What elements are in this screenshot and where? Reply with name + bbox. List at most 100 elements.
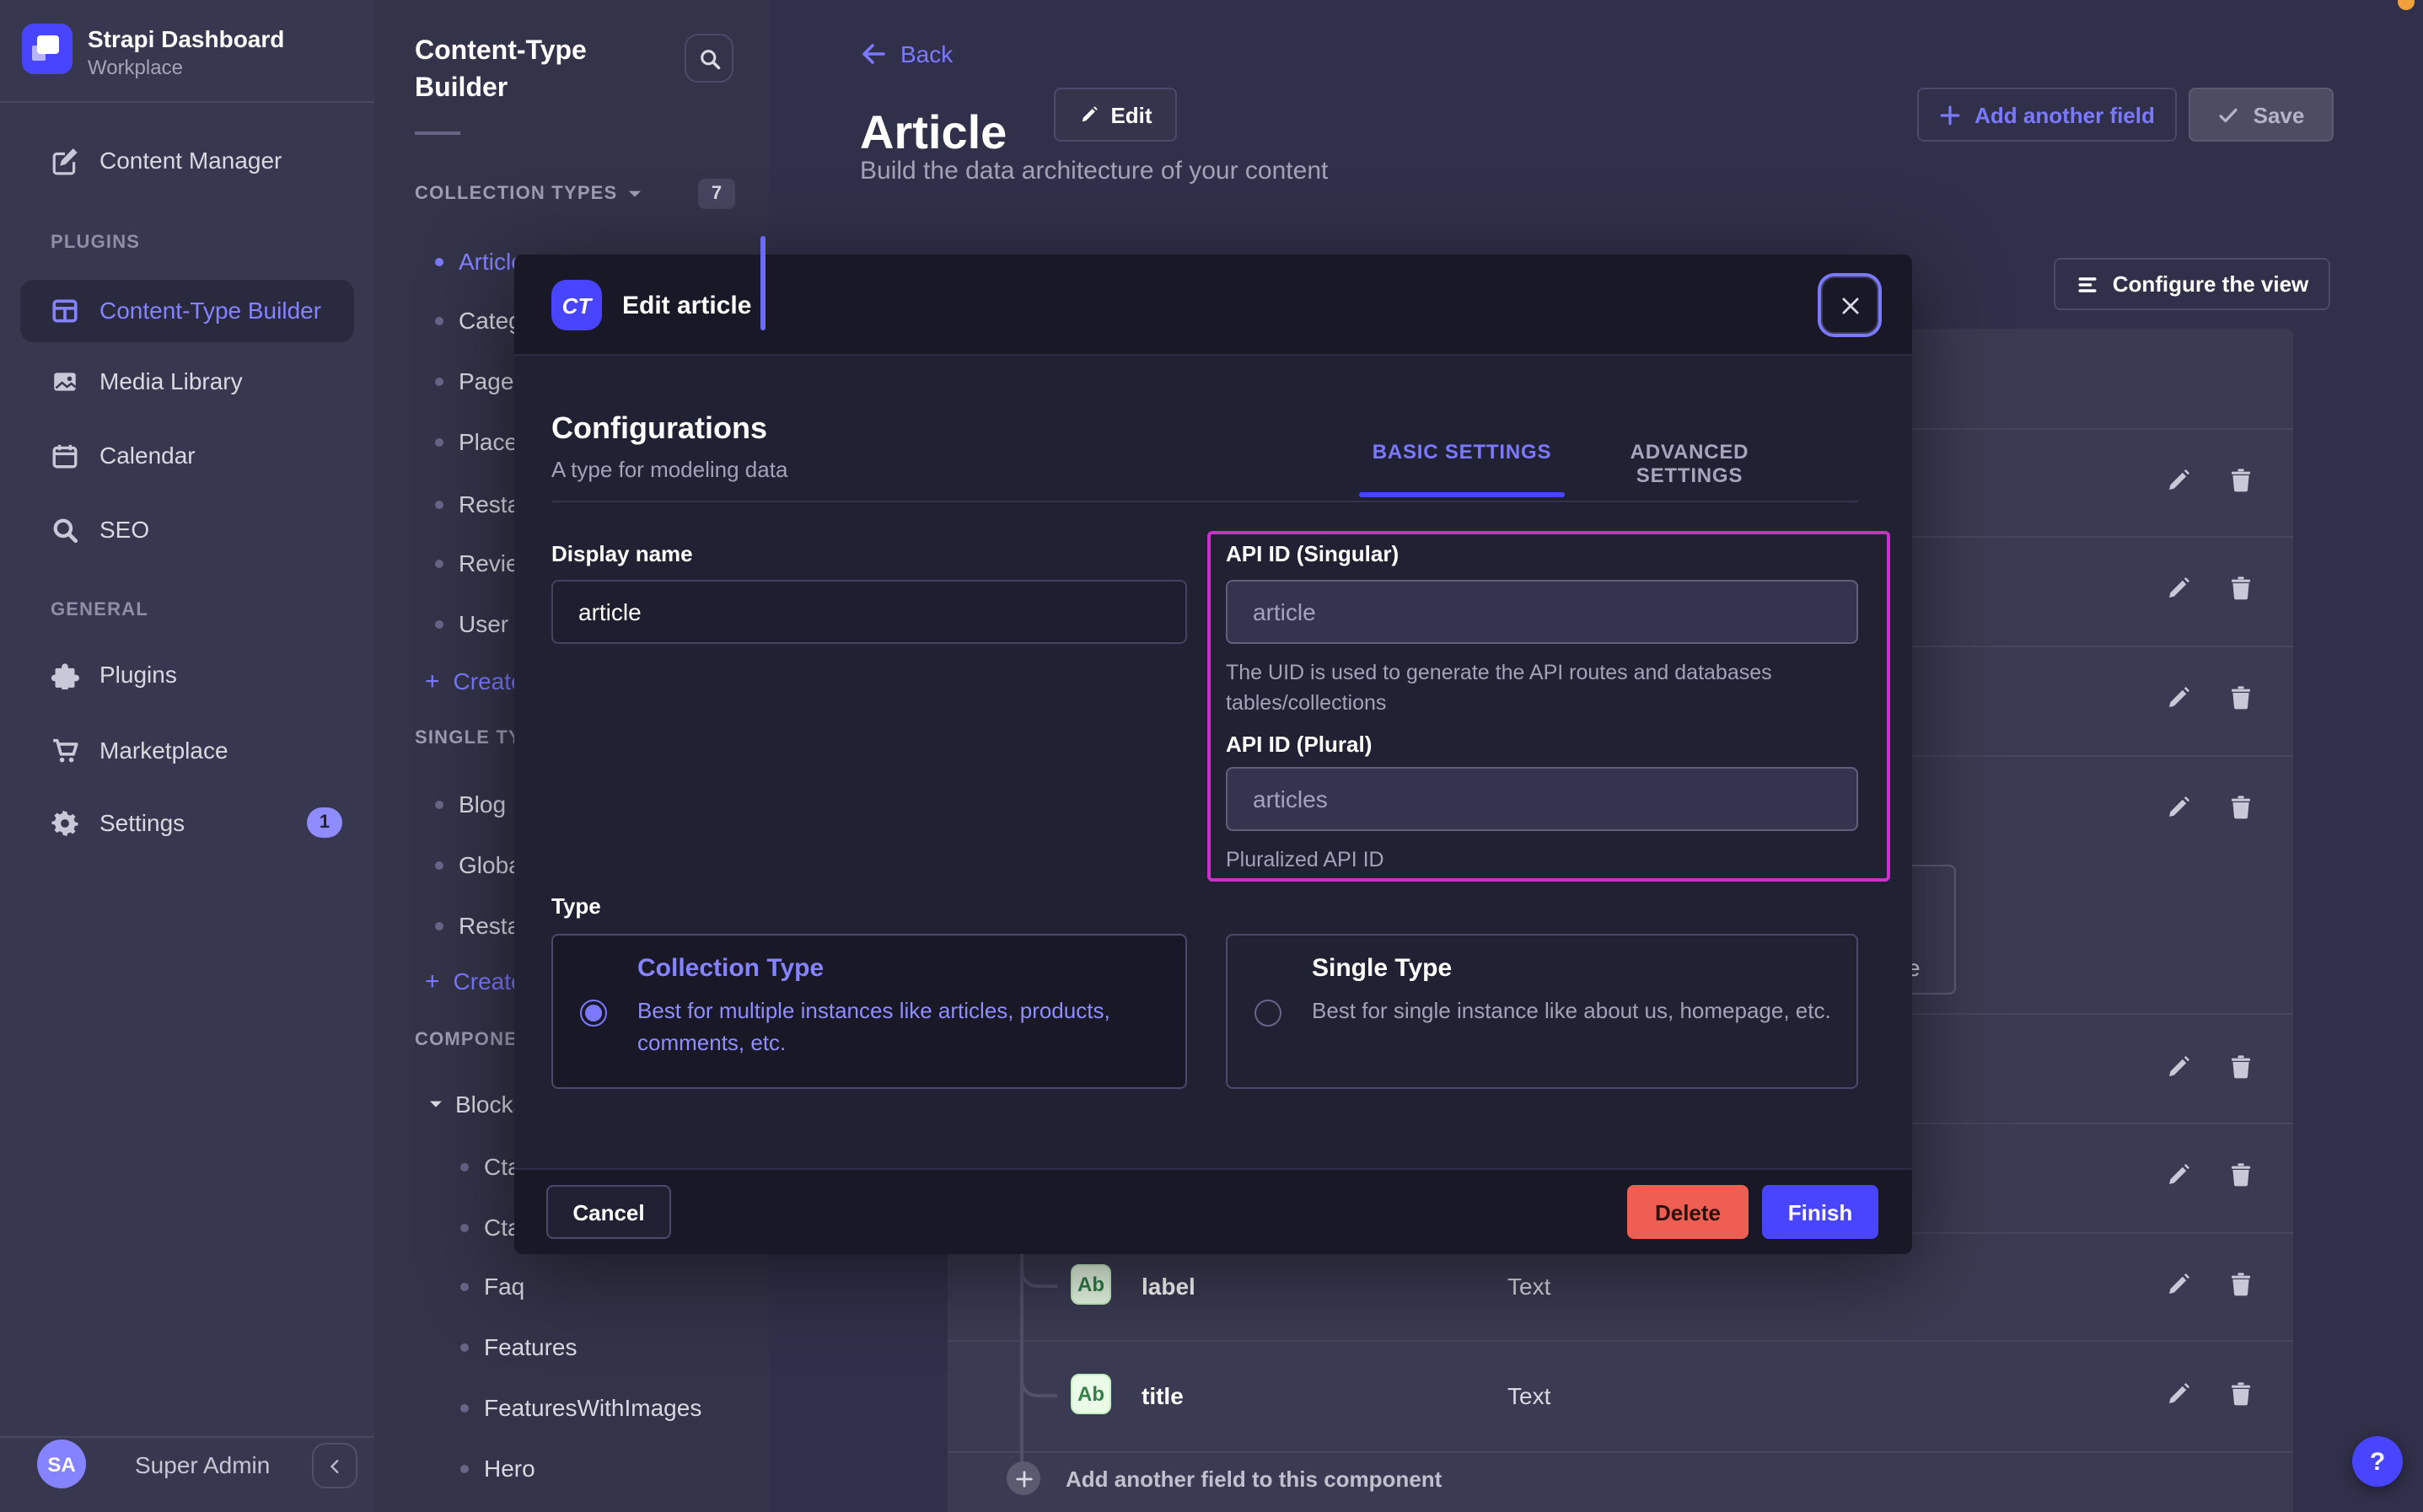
option-description: Best for multiple instances like article… [637,995,1160,1059]
pencil-icon[interactable] [2165,467,2192,494]
bullet-icon [460,1282,469,1290]
option-collection-type[interactable]: Collection Type Best for multiple instan… [551,934,1187,1089]
pencil-icon[interactable] [2165,1161,2192,1188]
collection-types-header[interactable]: COLLECTION TYPES [415,182,642,206]
check-icon [2218,104,2240,126]
user-name: Super Admin [135,1451,270,1478]
display-name-input[interactable] [551,580,1187,644]
api-id-plural-hint: Pluralized API ID [1226,844,1384,875]
feather-icon [51,146,79,174]
add-field-to-component-label[interactable]: Add another field to this component [1066,1466,1442,1492]
chevron-left-icon [325,1456,345,1476]
subnav-item-hero[interactable]: Hero [460,1451,535,1485]
subnav-item-article[interactable]: Article [435,244,524,278]
chevron-down-icon [627,188,642,200]
sidebar-item-marketplace[interactable]: Marketplace [51,733,228,767]
trash-icon[interactable] [2227,1381,2254,1407]
save-button[interactable]: Save [2189,88,2334,142]
trash-icon[interactable] [2227,1161,2254,1188]
subnav-scrollbar-thumb[interactable] [760,236,766,330]
pencil-icon[interactable] [2165,1271,2192,1298]
avatar[interactable]: SA [37,1440,86,1488]
pencil-icon[interactable] [2165,794,2192,821]
sidebar-item-content-type-builder[interactable]: Content-Type Builder [51,293,321,327]
sidebar-item-plugins[interactable]: Plugins [51,657,177,691]
trash-icon[interactable] [2227,575,2254,602]
api-id-plural-label: API ID (Plural) [1226,732,1372,757]
sidebar-item-content-manager[interactable]: Content Manager [51,143,282,177]
edit-button[interactable]: Edit [1054,88,1177,142]
subnav-item-user[interactable]: User [435,607,508,641]
field-type-badge: Ab [1071,1264,1111,1305]
pencil-icon[interactable] [2165,1054,2192,1080]
divider [948,1451,2293,1453]
app-window: Strapi Dashboard Workplace Content Manag… [0,0,2423,1512]
pencil-icon [1078,105,1099,125]
plus-icon: + [425,968,440,994]
bullet-icon [435,257,443,265]
edit-article-modal: CT Edit article Configurations A type fo… [514,255,1912,1254]
subnav-item-faq[interactable]: Faq [460,1269,524,1303]
delete-button[interactable]: Delete [1627,1185,1749,1239]
subnav-item-featureswithimages[interactable]: FeaturesWithImages [460,1391,701,1424]
bullet-icon [435,377,443,385]
tab-basic-settings[interactable]: BASIC SETTINGS [1359,440,1565,464]
pencil-icon[interactable] [2165,1381,2192,1407]
sidebar-item-media-library[interactable]: Media Library [51,364,243,398]
row-actions [2165,684,2254,711]
api-id-singular-input[interactable] [1226,580,1858,644]
bullet-icon [435,500,443,508]
brand-header: Strapi Dashboard Workplace [0,0,374,103]
radio-selected-icon[interactable] [580,1000,607,1027]
subnav-item-features[interactable]: Features [460,1330,578,1364]
trash-icon[interactable] [2227,1271,2254,1298]
cancel-button[interactable]: Cancel [546,1185,671,1239]
close-button[interactable] [1821,276,1878,334]
trash-icon[interactable] [2227,684,2254,711]
brand-name: Strapi Dashboard [88,25,284,52]
trash-icon[interactable] [2227,467,2254,494]
search-button[interactable] [685,34,733,83]
row-actions [2165,794,2254,821]
sidebar-item-settings[interactable]: Settings [51,806,185,839]
subnav-item-blog[interactable]: Blog [435,787,506,821]
bullet-icon [460,1223,469,1231]
back-link[interactable]: Back [860,40,953,67]
row-actions [2165,1271,2254,1298]
tab-advanced-settings[interactable]: ADVANCED SETTINGS [1588,440,1791,487]
add-field-to-component-button[interactable] [1007,1461,1040,1495]
trash-icon[interactable] [2227,1054,2254,1080]
component-group-blocks[interactable]: Blocks [428,1087,524,1121]
main-sidebar: Strapi Dashboard Workplace Content Manag… [0,0,376,1512]
api-id-plural-input[interactable] [1226,767,1858,831]
help-button[interactable]: ? [2352,1436,2403,1487]
subnav-item-global[interactable]: Global [435,848,527,882]
subnav-item-page[interactable]: Page [435,364,513,398]
plus-icon [1014,1469,1033,1488]
add-another-field-button[interactable]: Add another field [1917,88,2177,142]
row-actions [2165,1381,2254,1407]
bullet-icon [435,316,443,324]
tree-connector [1020,1254,1057,1288]
modal-title: Edit article [622,292,751,320]
divider [551,501,1858,502]
finish-button[interactable]: Finish [1762,1185,1878,1239]
option-description: Best for single instance like about us, … [1312,995,1835,1027]
radio-unselected-icon[interactable] [1254,1000,1281,1027]
field-name: title [1142,1382,1184,1409]
subnav-item-cta[interactable]: Cta [460,1150,521,1183]
collapse-sidebar-button[interactable] [312,1443,357,1488]
bullet-icon [435,861,443,869]
configure-view-button[interactable]: Configure the view [2054,258,2330,310]
trash-icon[interactable] [2227,794,2254,821]
subnav-title: Content-Type Builder [415,34,685,108]
modal-subheading: A type for modeling data [551,457,787,482]
image-icon [51,367,79,395]
sidebar-item-seo[interactable]: SEO [51,512,149,546]
sidebar-section-general: GENERAL [51,600,148,620]
option-single-type[interactable]: Single Type Best for single instance lik… [1226,934,1858,1089]
pencil-icon[interactable] [2165,575,2192,602]
subnav-item-place[interactable]: Place [435,425,518,458]
pencil-icon[interactable] [2165,684,2192,711]
sidebar-item-calendar[interactable]: Calendar [51,438,196,472]
